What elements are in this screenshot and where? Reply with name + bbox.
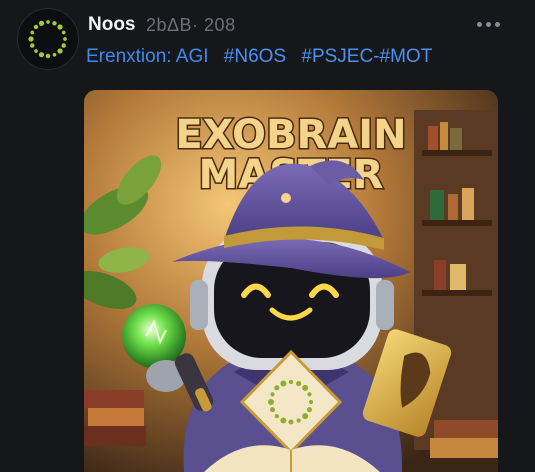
logo-dot bbox=[302, 413, 309, 420]
author-name[interactable]: Noos bbox=[88, 14, 136, 36]
logo-dot bbox=[33, 24, 39, 30]
logo-dot bbox=[30, 30, 35, 35]
logo-dot bbox=[34, 49, 38, 53]
logo-dot bbox=[274, 385, 280, 391]
author-handle: 2bΔB· 208 bbox=[146, 15, 236, 35]
hashtag-link[interactable]: #N6OS bbox=[224, 46, 286, 67]
logo-dot bbox=[269, 407, 276, 413]
logo-dot bbox=[268, 399, 274, 405]
ellipsis-icon bbox=[477, 22, 482, 27]
logo-dot bbox=[280, 417, 287, 424]
post-text-prefix: Erenxtion: AGI bbox=[86, 46, 209, 67]
logo-dot bbox=[46, 20, 50, 24]
logo-dot bbox=[302, 384, 309, 391]
logo-dot bbox=[63, 37, 67, 41]
post-image[interactable]: EXOBRAIN MASTER bbox=[84, 90, 498, 472]
logo-dot bbox=[308, 399, 314, 405]
ellipsis-icon bbox=[495, 22, 500, 27]
logo-dot bbox=[274, 414, 279, 419]
ellipsis-icon bbox=[486, 22, 491, 27]
logo-dot bbox=[52, 52, 57, 57]
logo-dot bbox=[61, 43, 66, 48]
logo-dot bbox=[38, 20, 45, 26]
logo-dot bbox=[38, 52, 45, 58]
logo-dot bbox=[296, 380, 302, 387]
logo-dot bbox=[57, 48, 63, 54]
more-options-button[interactable] bbox=[473, 12, 507, 36]
logo-dot bbox=[296, 418, 301, 423]
logo-dot bbox=[306, 407, 313, 413]
logo-dot bbox=[30, 43, 35, 48]
wizard-robot-illustration: EXOBRAIN MASTER bbox=[84, 90, 498, 472]
logo-dot bbox=[280, 380, 287, 387]
logo-dot bbox=[270, 392, 275, 397]
dotted-ring-logo-icon bbox=[28, 20, 67, 59]
logo-dot bbox=[307, 392, 312, 397]
logo-dot bbox=[57, 24, 63, 30]
logo-dot bbox=[61, 30, 66, 35]
logo-dot bbox=[28, 36, 34, 42]
logo-dot bbox=[288, 379, 294, 385]
logo-dot bbox=[288, 419, 294, 425]
post-card: Noos 2bΔB· 208 Erenxtion: AGI #N6OS #PSJ… bbox=[0, 0, 535, 472]
hashtag-link[interactable]: -#MOT bbox=[373, 46, 432, 67]
hashtag-link[interactable]: #PSJEC bbox=[301, 46, 373, 67]
logo-dot bbox=[52, 21, 57, 26]
post-body: Erenxtion: AGI #N6OS #PSJEC-#MOT bbox=[86, 46, 432, 68]
logo-dot bbox=[45, 53, 51, 59]
author-avatar[interactable] bbox=[17, 8, 79, 70]
